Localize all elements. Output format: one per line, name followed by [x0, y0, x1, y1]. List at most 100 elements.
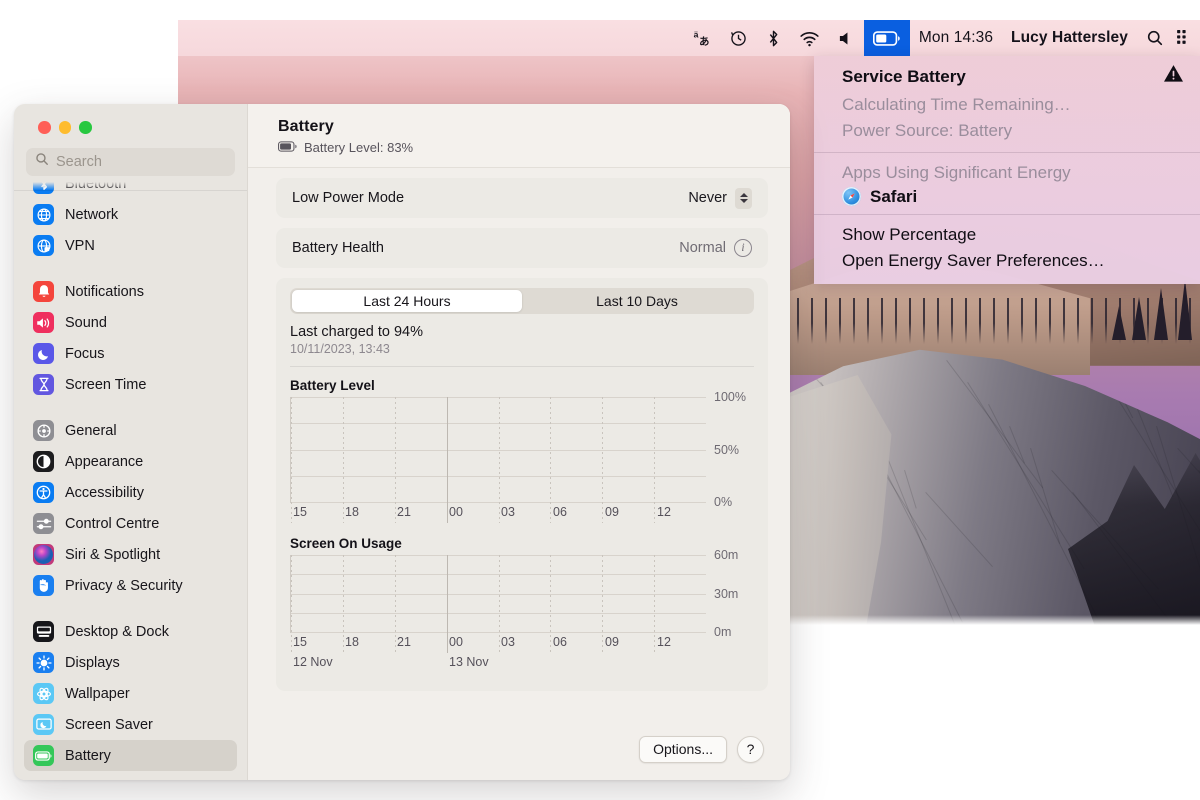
- chart-plot-area: [290, 555, 706, 633]
- sidebar-item-control-centre[interactable]: Control Centre: [24, 508, 237, 539]
- battery-menu-app-safari[interactable]: Safari: [814, 187, 1200, 207]
- page-title: Battery: [278, 118, 762, 136]
- sidebar-item-privacy-security[interactable]: Privacy & Security: [24, 570, 237, 601]
- sidebar-item-focus[interactable]: Focus: [24, 338, 237, 369]
- sidebar: Search BluetoothNetworkVPNNotificationsS…: [14, 104, 248, 780]
- pane-footer: Options... ?: [248, 726, 790, 780]
- menu-item-show-percentage[interactable]: Show Percentage: [814, 222, 1200, 249]
- chart-screen-on-usage: 60m30m0m: [290, 555, 754, 633]
- search-field[interactable]: Search: [26, 148, 235, 176]
- chart-day-label: 13 Nov: [449, 655, 489, 669]
- control-centre-icon[interactable]: [1173, 20, 1196, 56]
- wifi-icon[interactable]: [790, 20, 829, 56]
- contrast-icon: [33, 451, 54, 472]
- chevron-updown-icon[interactable]: [735, 188, 752, 209]
- screen: äあ Mon 14:36 Lucy Hattersley: [0, 0, 1200, 800]
- menu-item-open-energy-saver[interactable]: Open Energy Saver Preferences…: [814, 248, 1200, 275]
- chart-x-tick-label: 21: [397, 505, 411, 519]
- sidebar-item-label: Focus: [65, 346, 105, 362]
- sidebar-item-desktop-dock[interactable]: Desktop & Dock: [24, 616, 237, 647]
- hand-icon: [33, 575, 54, 596]
- battery-menu-apps-header: Apps Using Significant Energy: [814, 160, 1200, 187]
- search-icon: [35, 152, 49, 171]
- sidebar-item-displays[interactable]: Displays: [24, 647, 237, 678]
- low-power-mode-card: Low Power Mode Never: [276, 178, 768, 218]
- input-source-icon[interactable]: äあ: [683, 20, 720, 56]
- sidebar-scroll-area[interactable]: BluetoothNetworkVPNNotificationsSoundFoc…: [14, 182, 247, 780]
- screen-saver-icon: [33, 714, 54, 735]
- chart-y-tick-label: 100%: [714, 390, 746, 404]
- menu-separator-1: [814, 152, 1200, 153]
- chart-battery-level: 100%50%0%: [290, 397, 754, 503]
- menu-bar-clock[interactable]: Mon 14:36: [910, 29, 1002, 47]
- battery-menu-status-label: Service Battery: [842, 65, 966, 90]
- minimise-button[interactable]: [59, 121, 72, 134]
- zoom-button[interactable]: [79, 121, 92, 134]
- sidebar-item-label: Notifications: [65, 284, 144, 300]
- low-power-mode-row[interactable]: Low Power Mode Never: [292, 178, 752, 218]
- menu-bar-user[interactable]: Lucy Hattersley: [1002, 29, 1137, 47]
- chart-title-battery-level: Battery Level: [290, 378, 754, 393]
- chart-x-tick-label: 00: [449, 635, 463, 649]
- wallpaper-icon: [33, 683, 54, 704]
- usage-range-tabs[interactable]: Last 24 Hours Last 10 Days: [290, 288, 754, 314]
- sidebar-item-notifications[interactable]: Notifications: [24, 276, 237, 307]
- chart-y-axis: 60m30m0m: [706, 555, 754, 633]
- sidebar-item-label: Sound: [65, 315, 107, 331]
- battery-level-summary: Battery Level: 83%: [278, 140, 762, 155]
- accessibility-icon: [33, 482, 54, 503]
- sidebar-item-screen-saver[interactable]: Screen Saver: [24, 709, 237, 740]
- sidebar-item-battery[interactable]: Battery: [24, 740, 237, 771]
- sidebar-item-accessibility[interactable]: Accessibility: [24, 477, 237, 508]
- battery-menu-time-remaining: Calculating Time Remaining…: [814, 92, 1200, 119]
- sidebar-item-network[interactable]: Network: [24, 199, 237, 230]
- battery-menu-bar-icon[interactable]: [864, 20, 910, 56]
- volume-icon[interactable]: [829, 20, 864, 56]
- bluetooth-icon[interactable]: [757, 20, 790, 56]
- chart-screen-on-usage-x-axis: 151821000306091212 Nov13 Nov: [290, 633, 754, 677]
- sidebar-item-label: Appearance: [65, 454, 143, 470]
- sidebar-item-label: General: [65, 423, 117, 439]
- search-icon[interactable]: [1137, 20, 1173, 56]
- low-power-mode-popup[interactable]: Never: [688, 188, 752, 209]
- low-power-mode-label: Low Power Mode: [292, 190, 404, 206]
- chart-x-tick-label: 06: [553, 635, 567, 649]
- sidebar-scroll-fade: [14, 182, 247, 190]
- chart-x-tick-label: 12: [657, 635, 671, 649]
- wallpaper-tree: [1178, 279, 1192, 340]
- sidebar-item-wallpaper[interactable]: Wallpaper: [24, 678, 237, 709]
- sidebar-item-sound[interactable]: Sound: [24, 307, 237, 338]
- hourglass-icon: [33, 374, 54, 395]
- sidebar-item-vpn[interactable]: VPN: [24, 230, 237, 261]
- chart-title-screen-on-usage: Screen On Usage: [290, 536, 754, 551]
- warning-triangle-icon: [1163, 64, 1184, 91]
- wallpaper-tree: [1112, 306, 1126, 340]
- chart-y-tick-label: 0m: [714, 625, 731, 639]
- tab-last-10-days[interactable]: Last 10 Days: [522, 290, 752, 312]
- chart-battery-level-x-axis: 1518210003060912: [290, 503, 754, 525]
- globe-icon: [33, 204, 54, 225]
- battery-status-menu: Service Battery Calculating Time Remaini…: [814, 56, 1200, 284]
- sidebar-item-general[interactable]: General: [24, 415, 237, 446]
- close-button[interactable]: [38, 121, 51, 134]
- brightness-icon: [33, 652, 54, 673]
- chart-x-tick-label: 18: [345, 635, 359, 649]
- time-machine-icon[interactable]: [720, 20, 757, 56]
- options-button[interactable]: Options...: [639, 736, 727, 763]
- battery-menu-status-row: Service Battery: [814, 63, 1200, 92]
- sidebar-item-label: Siri & Spotlight: [65, 547, 160, 563]
- tab-last-24-hours[interactable]: Last 24 Hours: [292, 290, 522, 312]
- pane-header: Battery Battery Level: 83%: [248, 104, 790, 168]
- help-button[interactable]: ?: [737, 736, 764, 763]
- usage-divider: [290, 366, 754, 367]
- sidebar-item-siri-spotlight[interactable]: Siri & Spotlight: [24, 539, 237, 570]
- system-settings-window: Search BluetoothNetworkVPNNotificationsS…: [14, 104, 790, 780]
- sidebar-item-label: Accessibility: [65, 485, 144, 501]
- svg-text:ä: ä: [693, 29, 698, 39]
- chart-x-tick-label: 00: [449, 505, 463, 519]
- sidebar-item-appearance[interactable]: Appearance: [24, 446, 237, 477]
- info-icon[interactable]: i: [734, 239, 752, 257]
- low-power-mode-value: Never: [688, 190, 727, 206]
- battery-menu-app-label: Safari: [870, 187, 917, 207]
- sidebar-item-screen-time[interactable]: Screen Time: [24, 369, 237, 400]
